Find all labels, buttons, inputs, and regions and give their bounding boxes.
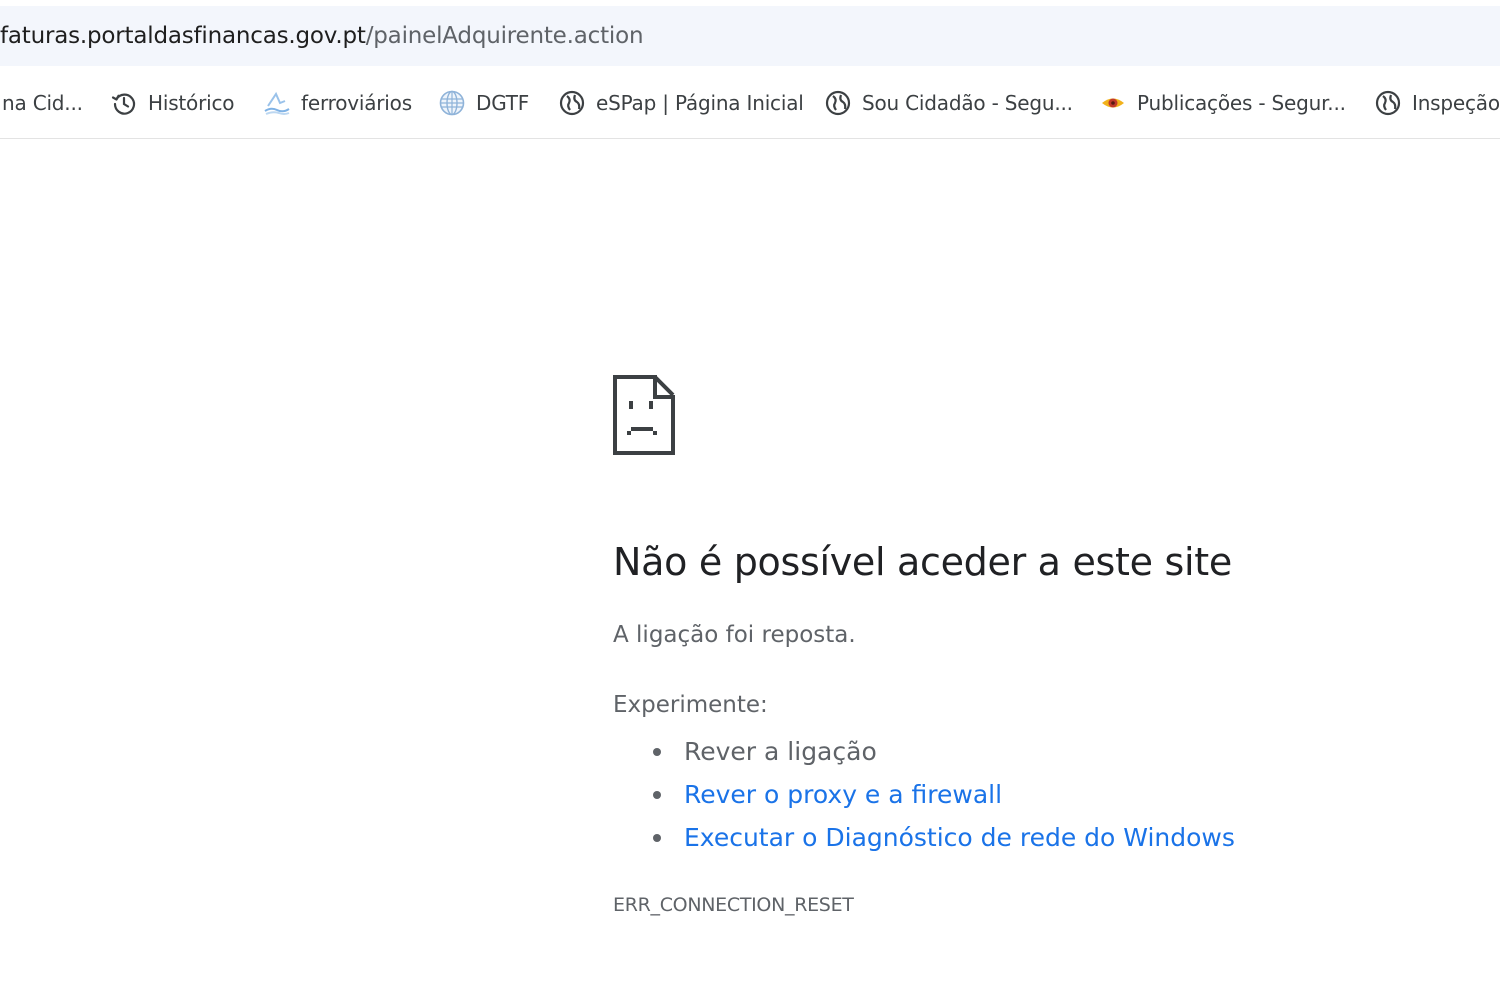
globe-icon (1374, 89, 1402, 117)
error-page: Não é possível aceder a este site A liga… (613, 375, 1473, 916)
globe-icon (824, 89, 852, 117)
bookmark-label: na Cid... (2, 91, 83, 115)
url-path: /painelAdquirente.action (365, 23, 644, 49)
check-proxy-firewall-link[interactable]: Rever o proxy e a firewall (684, 780, 1002, 809)
bookmark-na-cid[interactable]: na Cid... (0, 88, 83, 118)
bookmark-publicacoes[interactable]: Publicações - Segur... (1099, 88, 1346, 118)
bookmark-label: Sou Cidadão - Segu... (862, 91, 1073, 115)
error-reason: A ligação foi reposta. (613, 622, 856, 648)
address-bar[interactable]: faturas.portaldasfinancas.gov.pt/painelA… (0, 6, 1500, 66)
suggestions-list: Rever a ligação Rever o proxy e a firewa… (613, 730, 1235, 859)
bookmark-dgtf[interactable]: DGTF (438, 88, 529, 118)
bookmarks-bar: na Cid... Histórico ferroviários DGTF eS… (0, 66, 1500, 139)
globe-grid-icon (438, 89, 466, 117)
suggestion-item: Rever o proxy e a firewall (613, 773, 1235, 816)
bullet (653, 748, 661, 756)
error-title: Não é possível aceder a este site (613, 540, 1232, 584)
bookmark-label: Inspeção (1412, 91, 1500, 115)
eye-icon (1099, 89, 1127, 117)
sad-page-icon (613, 375, 675, 455)
suggestion-check-connection: Rever a ligação (684, 737, 877, 766)
suggestions-label: Experimente: (613, 692, 768, 718)
wave-icon (263, 89, 291, 117)
bookmark-label: DGTF (476, 91, 530, 115)
bookmark-historico[interactable]: Histórico (110, 88, 235, 118)
url-host: faturas.portaldasfinancas.gov.pt (0, 23, 366, 49)
url-field[interactable]: faturas.portaldasfinancas.gov.pt/painelA… (0, 20, 644, 52)
bookmark-inspecao[interactable]: Inspeção (1374, 88, 1500, 118)
globe-icon (558, 89, 586, 117)
bookmark-ferroviarios[interactable]: ferroviários (263, 88, 412, 118)
bookmark-espap[interactable]: eSPap | Página Inicial (558, 88, 804, 118)
bullet (653, 791, 661, 799)
bookmark-sou-cidadao[interactable]: Sou Cidadão - Segu... (824, 88, 1073, 118)
error-code: ERR_CONNECTION_RESET (613, 894, 854, 916)
suggestion-item: Rever a ligação (613, 730, 1235, 773)
bookmark-label: ferroviários (301, 91, 412, 115)
history-icon (110, 89, 138, 117)
run-network-diagnostics-link[interactable]: Executar o Diagnóstico de rede do Window… (684, 823, 1235, 852)
suggestion-item: Executar o Diagnóstico de rede do Window… (613, 816, 1235, 859)
bookmark-label: eSPap | Página Inicial (596, 91, 804, 115)
bullet (653, 834, 661, 842)
bookmark-label: Histórico (148, 91, 235, 115)
bookmark-label: Publicações - Segur... (1137, 91, 1346, 115)
